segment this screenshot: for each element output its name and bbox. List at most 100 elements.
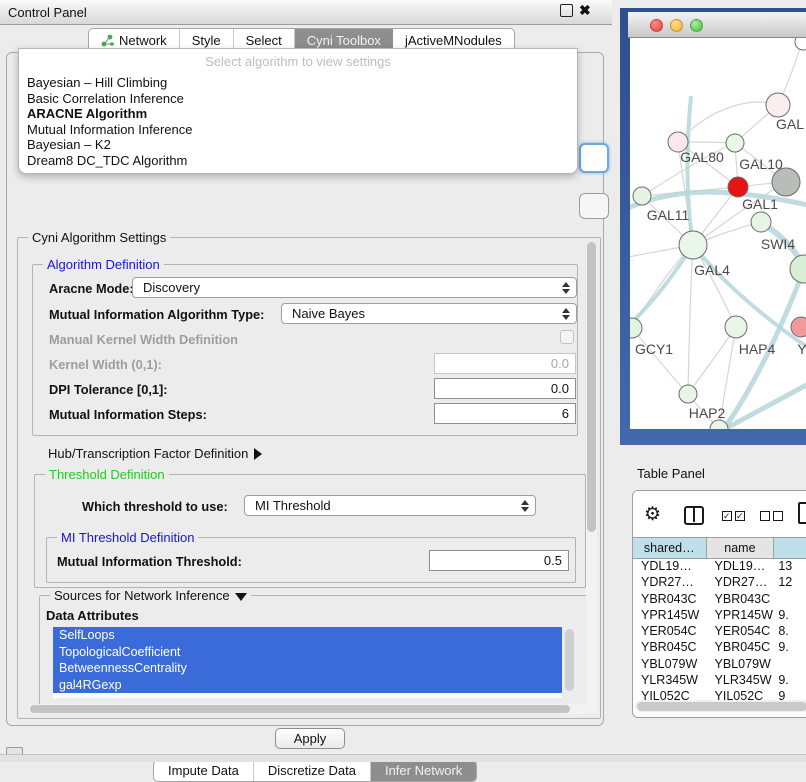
apply-button[interactable]: Apply [275, 728, 345, 749]
attribute-item[interactable]: BetweennessCentrality [53, 660, 562, 677]
table-cell: YDL19… [633, 559, 707, 575]
node-label: GAL4 [694, 262, 730, 278]
zoom-traffic-light-icon[interactable] [690, 19, 703, 32]
columns-icon[interactable] [684, 506, 704, 525]
unchecked-checkboxes-icon[interactable] [760, 511, 783, 521]
close-traffic-light-icon[interactable] [650, 19, 663, 32]
table-row[interactable]: YPR145WYPR145W9. [633, 608, 806, 624]
network-edge-thick[interactable] [723, 382, 806, 429]
table-row[interactable]: YBR043CYBR043C [633, 592, 806, 608]
tab-impute-data[interactable]: Impute Data [154, 761, 254, 781]
table-cell: YLR345W [707, 673, 775, 689]
dropdown-item[interactable]: ARACNE Algorithm [25, 106, 571, 122]
dpi-tolerance-field[interactable]: 0.0 [434, 378, 576, 399]
gear-icon[interactable]: ⚙ [644, 503, 661, 526]
close-icon[interactable]: ✖ [579, 2, 591, 19]
network-node-swi4[interactable] [751, 212, 771, 232]
sources-title[interactable]: Sources for Network Inference [50, 588, 251, 603]
column-header-shared[interactable]: shared… [633, 538, 707, 558]
tab-infer-network[interactable]: Infer Network [371, 761, 476, 781]
table-cell: YBR045C [633, 640, 707, 656]
document-icon[interactable] [798, 502, 806, 524]
table-cell: YER054C [707, 624, 775, 640]
network-canvas[interactable]: GALGAL80GAL10GAL1GAL11SWI4GAL4GCY1HAP4YH… [630, 38, 806, 429]
kernel-width-field[interactable]: 0.0 [434, 353, 576, 374]
table-horizontal-scrollbar[interactable] [635, 700, 806, 712]
tab-discretize-data[interactable]: Discretize Data [254, 761, 371, 781]
manual-kernel-checkbox[interactable] [560, 330, 574, 344]
network-node-gal10[interactable] [726, 134, 744, 152]
mi-type-label: Mutual Information Algorithm Type: [49, 307, 264, 322]
network-edge[interactable] [678, 102, 778, 142]
network-node[interactable] [790, 255, 806, 283]
dropdown-item[interactable]: Dream8 DC_TDC Algorithm [25, 153, 571, 169]
node-label: GCY1 [635, 341, 673, 357]
which-threshold-select[interactable]: MI Threshold [244, 495, 536, 516]
dropdown-item[interactable]: Bayesian – Hill Climbing [25, 75, 571, 91]
table-cell: YBL079W [707, 657, 775, 673]
data-attributes-list[interactable]: SelfLoopsTopologicalCoefficientBetweenne… [53, 627, 562, 698]
network-node-hap4[interactable] [725, 316, 747, 338]
network-node-hap2[interactable] [679, 385, 697, 403]
mi-threshold-label: Mutual Information Threshold: [57, 554, 242, 569]
table-row[interactable]: YBL079WYBL079W [633, 657, 806, 673]
network-edge-thick[interactable] [630, 245, 693, 330]
float-window-icon[interactable] [560, 4, 573, 17]
attribute-item[interactable]: SelfLoops [53, 627, 562, 644]
dropdown-item[interactable]: Mutual Information Inference [25, 122, 571, 138]
dropdown-item[interactable]: Basic Correlation Inference [25, 91, 571, 107]
network-edge[interactable] [688, 245, 693, 394]
table-cell: YBR043C [707, 592, 775, 608]
algorithm-definition-group: Algorithm Definition Aracne Mode: Discov… [32, 264, 578, 436]
data-attributes-label: Data Attributes [46, 608, 139, 623]
network-node-gal4[interactable] [679, 231, 707, 259]
network-node[interactable] [710, 420, 728, 429]
column-header-partial[interactable] [774, 538, 806, 558]
dropdown-item[interactable]: Bayesian – K2 [25, 137, 571, 153]
aracne-mode-select[interactable]: Discovery [132, 277, 577, 298]
network-node-y[interactable] [791, 317, 806, 337]
bottom-strip [0, 754, 806, 762]
network-node-gal11[interactable] [633, 187, 651, 205]
table-row[interactable]: YBR045CYBR045C9. [633, 640, 806, 656]
network-node-gal[interactable] [766, 93, 790, 117]
attribute-item[interactable]: TopologicalCoefficient [53, 644, 562, 661]
table-cell: 9. [774, 608, 806, 624]
mi-threshold-field[interactable]: 0.5 [429, 550, 569, 571]
panel-title: Control Panel [8, 5, 87, 20]
network-node-gcy1[interactable] [630, 318, 642, 338]
tab-label: jActiveMNodules [405, 33, 502, 48]
column-header-name[interactable]: name [707, 538, 775, 558]
network-node[interactable] [772, 168, 800, 196]
button-fragment[interactable] [579, 193, 609, 219]
table-cell: YPR145W [633, 608, 707, 624]
minimize-traffic-light-icon[interactable] [670, 19, 683, 32]
node-label: SWI4 [761, 236, 795, 252]
network-edge[interactable] [688, 327, 736, 394]
table-toolbar: ⚙ ✓✓ [633, 491, 806, 535]
tab-label: Network [119, 33, 167, 48]
hub-definition-toggle[interactable]: Hub/Transcription Factor Definition [48, 446, 262, 461]
settings-horizontal-scrollbar[interactable] [28, 704, 588, 714]
network-edge[interactable] [632, 328, 688, 394]
table-row[interactable]: YLR345WYLR345W9. [633, 673, 806, 689]
table-row[interactable]: YDL19…YDL19…13 [633, 559, 806, 575]
network-node-gal1[interactable] [728, 177, 748, 197]
table-cell: YBL079W [633, 657, 707, 673]
table-row[interactable]: YDR27…YDR27…12 [633, 575, 806, 591]
checked-checkboxes-icon[interactable]: ✓✓ [722, 511, 745, 521]
mi-algorithm-type-select[interactable]: Naive Bayes [281, 303, 577, 324]
network-icon [101, 34, 114, 47]
algorithm-definition-title: Algorithm Definition [43, 257, 164, 272]
node-label: GAL10 [739, 156, 783, 172]
attribute-item[interactable]: gal4RGexp [53, 677, 562, 694]
focused-button-fragment[interactable] [579, 143, 609, 173]
settings-vertical-scrollbar[interactable] [586, 242, 597, 714]
dropdown-items: Bayesian – Hill ClimbingBasic Correlatio… [25, 75, 571, 168]
attributes-scrollbar[interactable] [564, 627, 575, 698]
table-panel-title: Table Panel [637, 466, 705, 481]
mi-steps-field[interactable]: 6 [434, 403, 576, 424]
network-node[interactable] [795, 38, 806, 50]
table-row[interactable]: YER054CYER054C8. [633, 624, 806, 640]
network-edge-thick[interactable] [693, 245, 806, 350]
